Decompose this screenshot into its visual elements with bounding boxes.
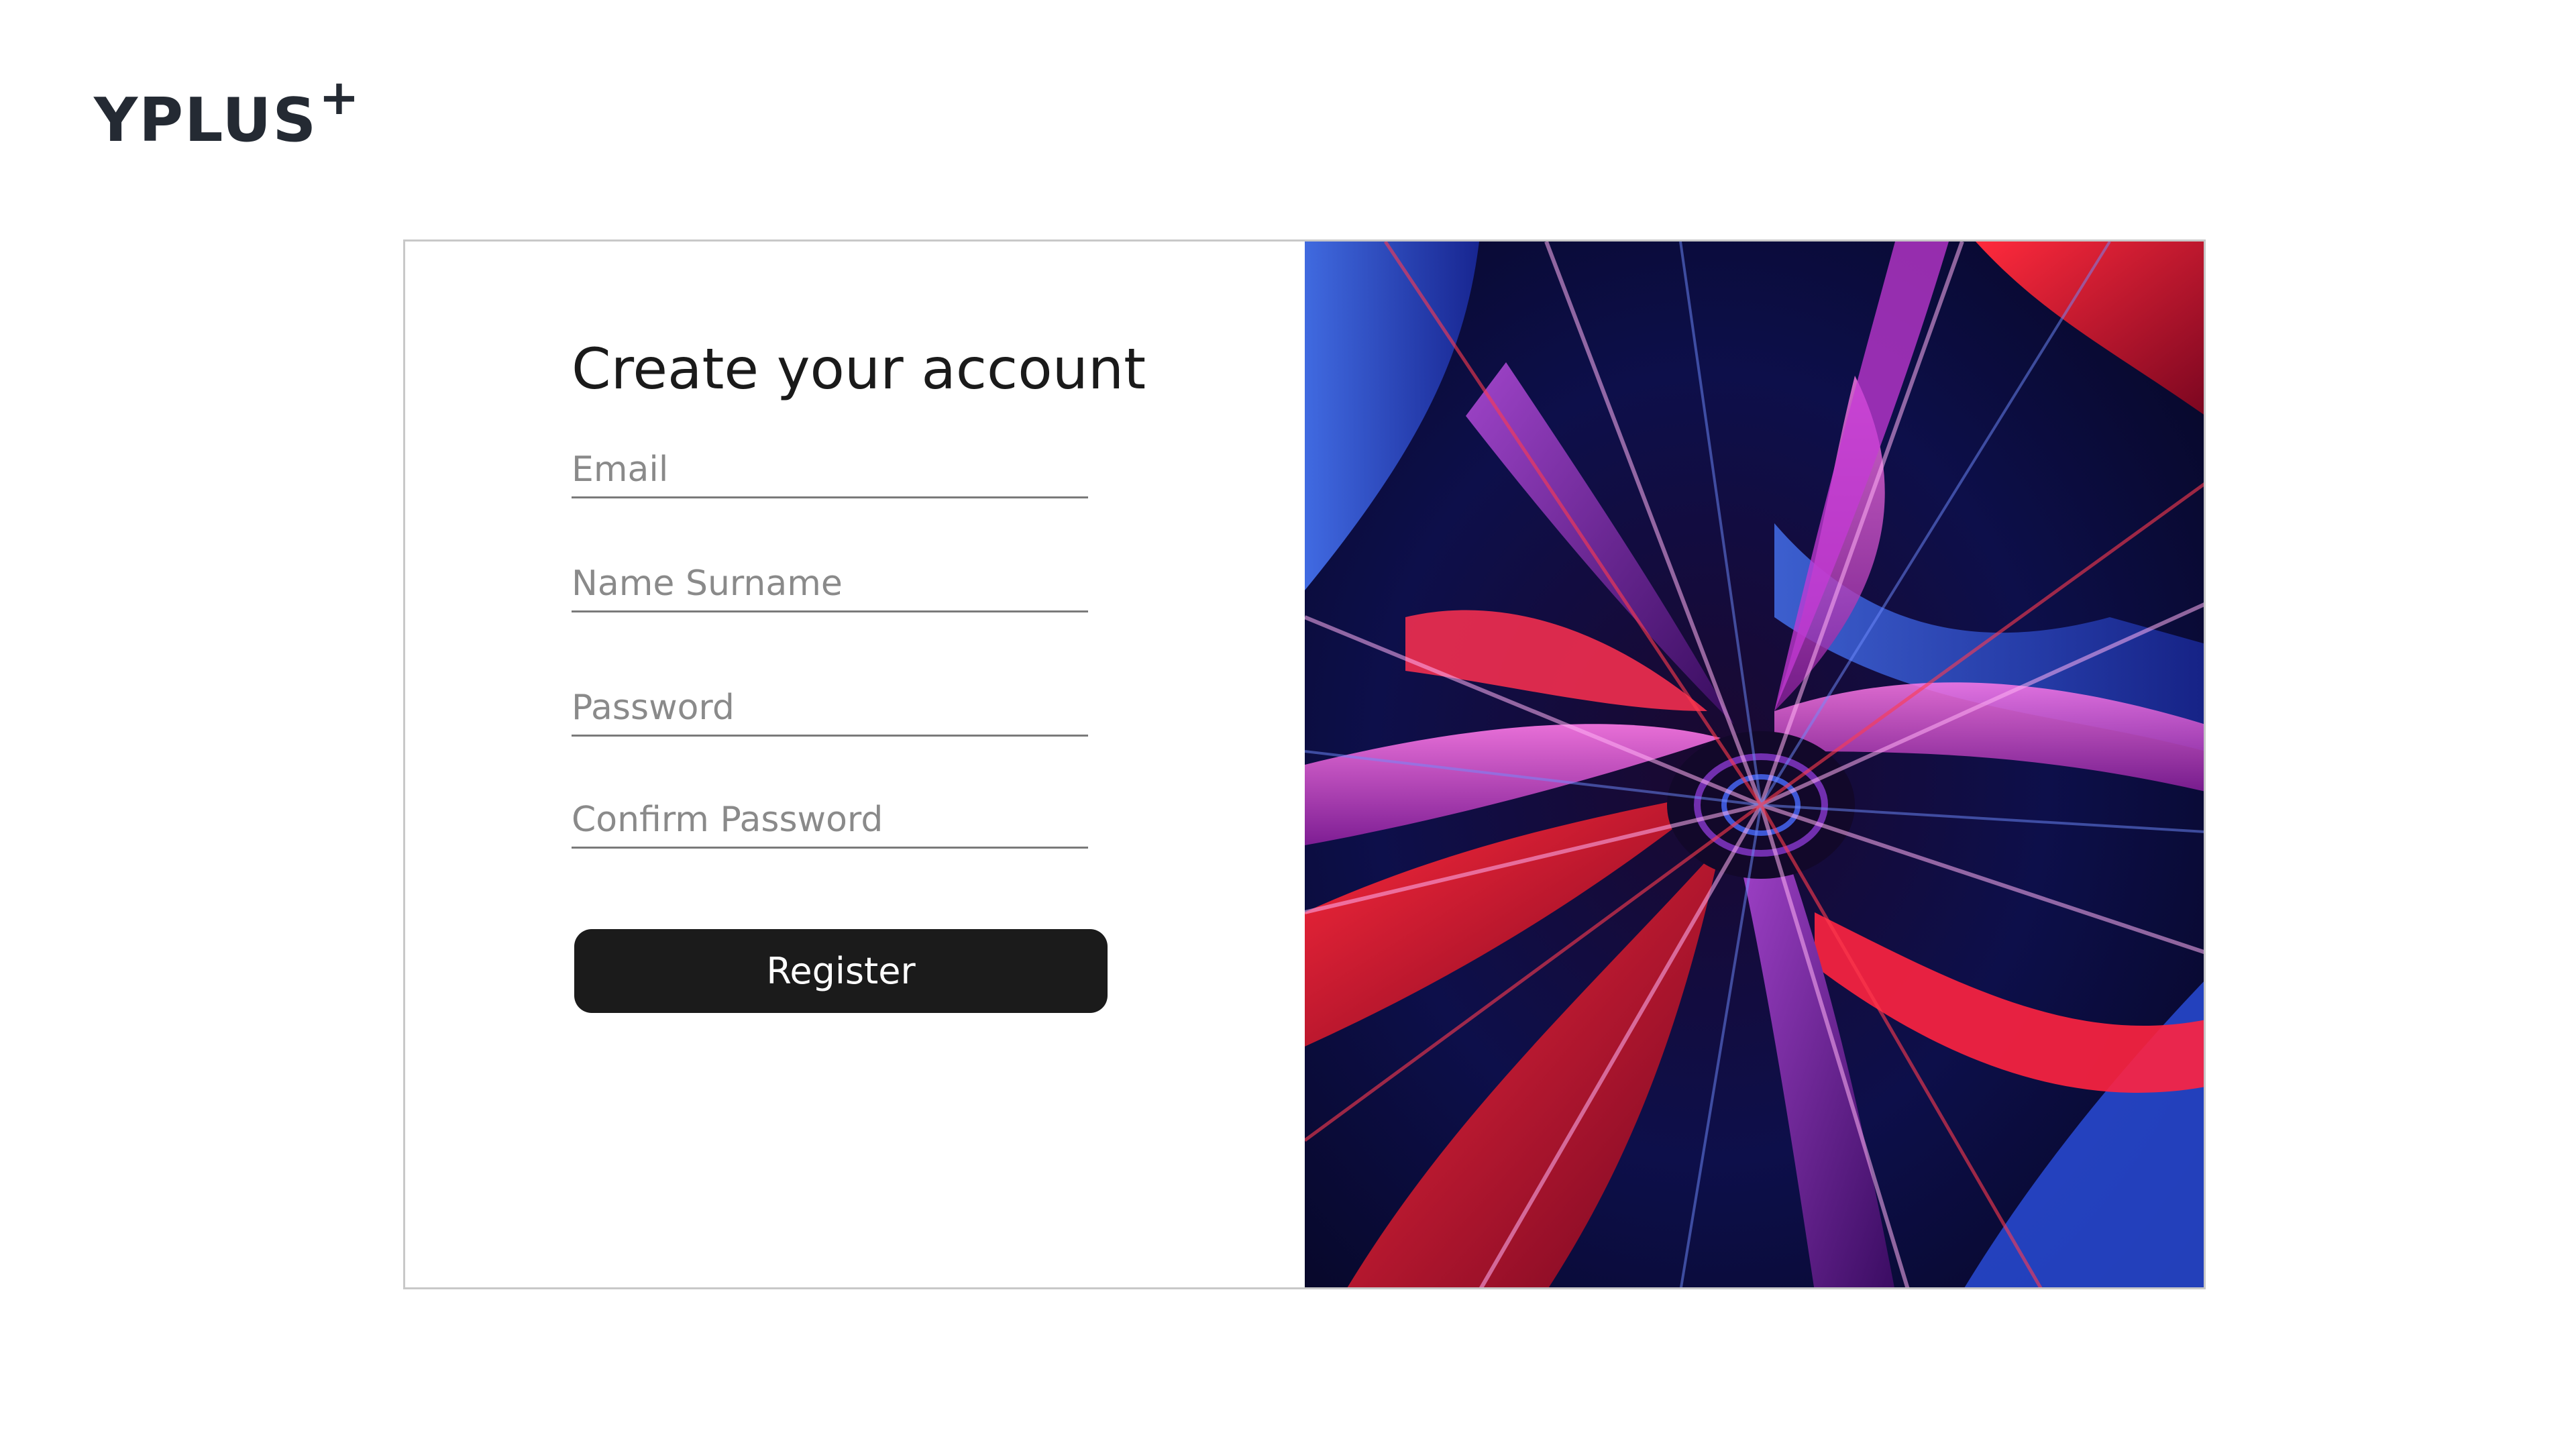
register-card: Create your account Register — [403, 239, 2206, 1289]
confirm-password-field-container — [572, 793, 1088, 849]
email-field-container — [572, 443, 1088, 498]
email-field[interactable] — [572, 443, 1088, 496]
abstract-art-graphic — [1305, 241, 2204, 1287]
confirm-password-field[interactable] — [572, 793, 1088, 847]
page-title: Create your account — [572, 336, 1146, 402]
password-field-container — [572, 681, 1088, 737]
brand-name: YPLUS — [94, 85, 318, 156]
register-form: Create your account Register — [405, 241, 1305, 1287]
brand-logo[interactable]: YPLUS + — [94, 73, 360, 156]
brand-plus-mark: + — [319, 69, 360, 125]
abstract-art-image — [1305, 241, 2204, 1287]
password-field[interactable] — [572, 681, 1088, 735]
register-button[interactable]: Register — [574, 929, 1108, 1013]
name-field-container — [572, 557, 1088, 612]
name-surname-field[interactable] — [572, 557, 1088, 610]
